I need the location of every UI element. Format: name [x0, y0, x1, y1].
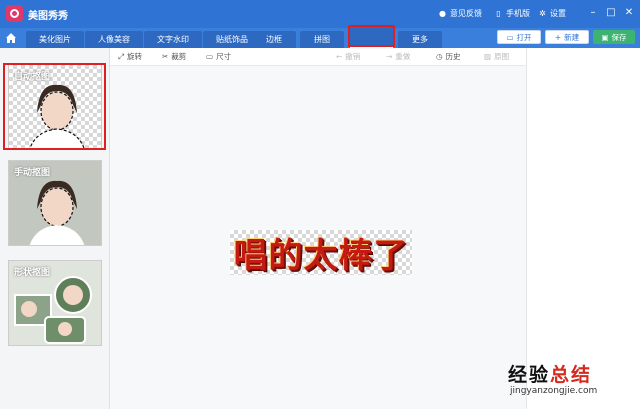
- watermark-line1b: 总结: [550, 364, 593, 386]
- title-bar: 美图秀秀 ● 意见反馈 ▯ 手机版 ✲ 设置 – □ ✕: [0, 0, 640, 28]
- crop-button[interactable]: ✂ 裁剪: [162, 51, 186, 62]
- edit-toolbar: ⤢ 旋转 ✂ 裁剪 ▭ 尺寸 ← 撤销 → 重做 ◷ 历史 ▨ 原图: [110, 48, 526, 66]
- minimize-button[interactable]: –: [586, 6, 600, 20]
- maximize-button[interactable]: □: [604, 6, 618, 20]
- resize-icon: ▭: [206, 52, 214, 61]
- tab-collage[interactable]: 拼图: [300, 31, 344, 48]
- scissors-icon: ✂: [162, 52, 169, 61]
- folder-icon: ▭: [506, 32, 514, 42]
- undo-icon: ←: [336, 52, 343, 61]
- selected-highlight: [3, 63, 106, 150]
- cutout-text: 唱的太棒了: [233, 236, 409, 276]
- open-button[interactable]: ▭ 打开: [497, 30, 541, 44]
- undo-button[interactable]: ← 撤销: [336, 51, 360, 62]
- mobile-button[interactable]: ▯ 手机版: [494, 8, 530, 19]
- rotate-icon: ⤢: [118, 51, 124, 61]
- app-logo: [6, 5, 23, 22]
- plus-icon: +: [554, 32, 562, 42]
- original-button[interactable]: ▨ 原图: [484, 51, 509, 62]
- save-button[interactable]: ▣ 保存: [593, 30, 635, 44]
- tab-more[interactable]: 更多: [398, 31, 442, 48]
- history-button[interactable]: ◷ 历史: [436, 51, 461, 62]
- cutout-text-image[interactable]: 唱的太棒了: [230, 230, 412, 276]
- main-nav: 美化图片 人像美容 文字水印 贴纸饰品 边框 拼图 抠图 更多: [0, 28, 640, 48]
- sidebar-item-label: 手动抠图: [14, 168, 51, 178]
- watermark-url: jingyanzongjie.com: [510, 386, 598, 396]
- size-button[interactable]: ▭ 尺寸: [206, 51, 231, 62]
- sidebar-item-manual-cutout[interactable]: 手动抠图: [8, 160, 102, 246]
- new-button[interactable]: + 新建: [545, 30, 589, 44]
- chat-icon: ●: [439, 9, 446, 18]
- tab-cutout[interactable]: 抠图: [350, 31, 393, 48]
- tab-beautify[interactable]: 美化图片: [26, 31, 84, 48]
- tab-frames[interactable]: 边框: [252, 31, 296, 48]
- phone-icon: ▯: [496, 9, 501, 18]
- settings-button[interactable]: ✲ 设置: [538, 8, 566, 19]
- feedback-button[interactable]: ● 意见反馈: [438, 8, 482, 19]
- clock-icon: ◷: [436, 52, 443, 61]
- app-title: 美图秀秀: [28, 11, 68, 22]
- gear-icon: ✲: [539, 9, 546, 18]
- save-icon: ▣: [601, 32, 609, 42]
- sidebar-item-shape-cutout[interactable]: 形状抠图: [8, 260, 102, 346]
- right-panel: [526, 48, 640, 409]
- redo-icon: →: [386, 52, 393, 61]
- tab-text[interactable]: 文字水印: [144, 31, 202, 48]
- image-icon: ▨: [484, 52, 492, 61]
- sidebar-item-label: 形状抠图: [14, 268, 51, 278]
- watermark-line1a: 经验: [508, 364, 551, 386]
- redo-button[interactable]: → 重做: [386, 51, 410, 62]
- tab-portrait[interactable]: 人像美容: [85, 31, 143, 48]
- close-button[interactable]: ✕: [622, 6, 636, 20]
- home-icon[interactable]: [4, 31, 18, 45]
- rotate-button[interactable]: ⤢ 旋转: [118, 51, 142, 62]
